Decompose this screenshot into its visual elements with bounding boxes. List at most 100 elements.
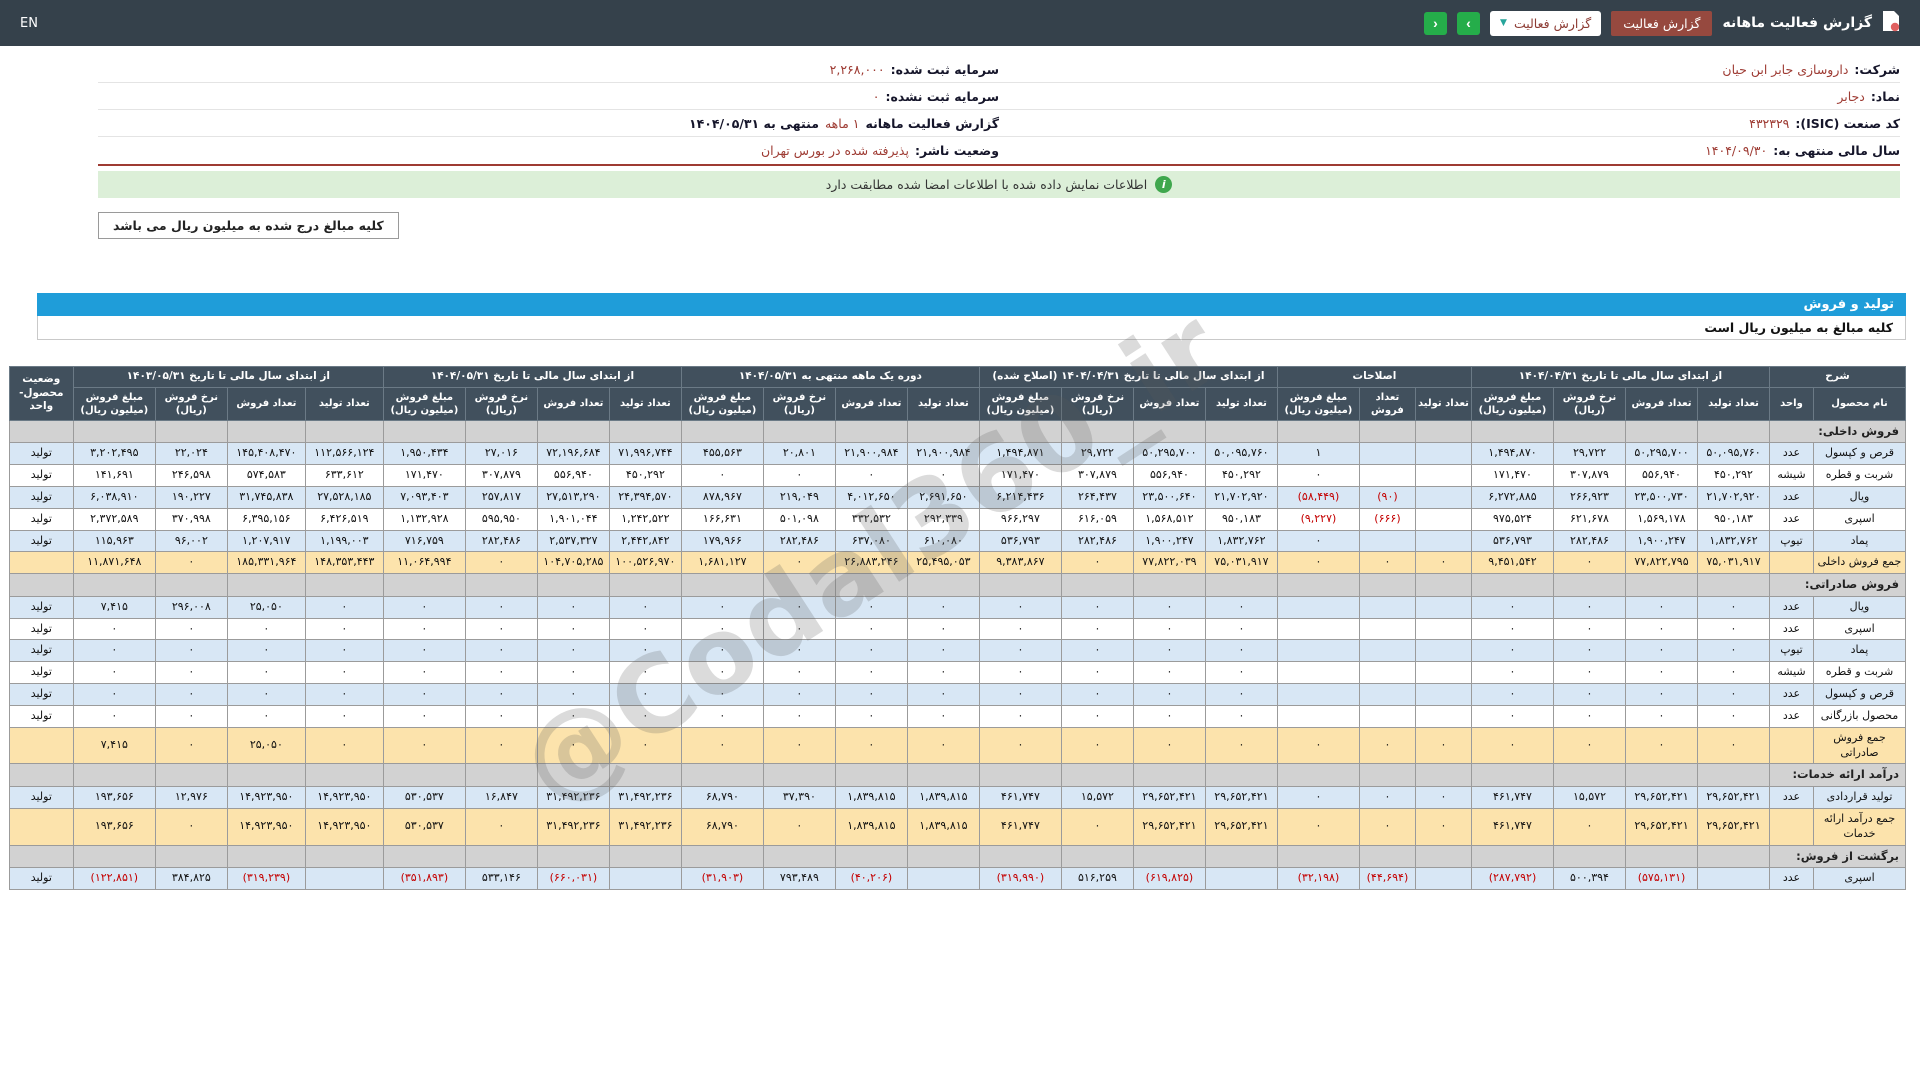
value-cell: ۰ xyxy=(681,618,763,640)
language-toggle[interactable]: EN xyxy=(20,16,38,31)
value-cell: ۰ xyxy=(537,596,609,618)
value-cell: (۳۱۹,۲۳۹) xyxy=(227,868,305,890)
production-sales-table: شرحاز ابتدای سال مالی تا تاریخ ۱۴۰۴/۰۴/۳… xyxy=(9,366,1906,890)
value-cell: ۰ xyxy=(681,640,763,662)
section-label: درآمد ارائه خدمات: xyxy=(1770,764,1906,787)
value-cell: ۰ xyxy=(907,727,979,764)
value-cell: ۶۸,۷۹۰ xyxy=(681,808,763,845)
value-cell: ۶۳۳,۶۱۲ xyxy=(305,465,383,487)
value-cell: ۰ xyxy=(1626,727,1698,764)
value-cell: ۰ xyxy=(73,684,155,706)
column-header: نرخ فروش (ریال) xyxy=(1554,387,1626,420)
empty-cell xyxy=(1471,764,1553,787)
unit-cell: عدد xyxy=(1770,787,1814,809)
empty-cell xyxy=(763,764,835,787)
value-cell: ۰ xyxy=(763,662,835,684)
value-cell: ۰ xyxy=(609,640,681,662)
value-cell: ۰ xyxy=(1554,808,1626,845)
next-report-button[interactable]: ‹ xyxy=(1457,12,1480,35)
empty-cell xyxy=(1277,420,1359,443)
value-cell: ۰ xyxy=(681,596,763,618)
value-cell: ۰ xyxy=(979,662,1061,684)
empty-cell xyxy=(9,420,73,443)
empty-cell xyxy=(1471,420,1553,443)
value-cell: ۰ xyxy=(1554,705,1626,727)
empty-cell xyxy=(155,574,227,597)
product-row: قرص و کپسولعدد۵۰,۰۹۵,۷۶۰۵۰,۲۹۵,۷۰۰۲۹,۷۲۲… xyxy=(9,443,1905,465)
value-cell xyxy=(1359,443,1415,465)
value-cell xyxy=(1698,868,1770,890)
product-name-cell: ویال xyxy=(1814,486,1906,508)
product-row: تولید قراردادیعدد۲۹,۶۵۲,۴۲۱۲۹,۶۵۲,۴۲۱۱۵,… xyxy=(9,787,1905,809)
value-cell: ۷۵,۰۳۱,۹۱۷ xyxy=(1205,552,1277,574)
value-cell: ۶۸,۷۹۰ xyxy=(681,787,763,809)
value-cell: ۲۹۲,۳۳۹ xyxy=(907,508,979,530)
column-header: تعداد فروش xyxy=(227,387,305,420)
status-cell: تولید xyxy=(9,787,73,809)
value-cell: ۵۳۰,۵۳۷ xyxy=(383,808,465,845)
value-cell: ۲۸۲,۴۸۶ xyxy=(1061,530,1133,552)
value-cell: ۱,۲۴۲,۵۲۲ xyxy=(609,508,681,530)
value-cell: ۲۳,۵۰۰,۷۳۰ xyxy=(1626,486,1698,508)
value-cell: ۱,۵۶۹,۱۷۸ xyxy=(1626,508,1698,530)
report-type-dropdown[interactable]: گزارش فعالیت ▼ xyxy=(1490,11,1601,36)
value-cell: ۰ xyxy=(763,705,835,727)
info-value: ۱۴۰۴/۰۹/۳۰ xyxy=(1705,143,1767,158)
value-cell: ۰ xyxy=(155,705,227,727)
value-cell: ۹۷۵,۵۲۴ xyxy=(1471,508,1553,530)
value-cell: ۳۸۴,۸۲۵ xyxy=(155,868,227,890)
value-cell: ۰ xyxy=(907,465,979,487)
value-cell: ۰ xyxy=(763,808,835,845)
unit-cell: تیوپ xyxy=(1770,640,1814,662)
value-cell: ۲,۳۷۲,۵۸۹ xyxy=(73,508,155,530)
value-cell: ۷,۰۹۳,۴۰۳ xyxy=(383,486,465,508)
negative-value: (۳۲,۱۹۸) xyxy=(1298,871,1340,884)
value-cell xyxy=(1277,640,1359,662)
value-cell: ۳۱,۴۹۲,۲۳۶ xyxy=(537,787,609,809)
value-cell: ۱,۱۹۹,۰۰۳ xyxy=(305,530,383,552)
company-info-right: شرکت:داروسازی جابر ابن حیاننماد:دجابرکد … xyxy=(999,56,1900,164)
value-cell: ۰ xyxy=(1061,727,1133,764)
chevron-right-icon: › xyxy=(1433,15,1438,31)
value-cell: ۰ xyxy=(1061,808,1133,845)
value-cell: ۰ xyxy=(763,727,835,764)
empty-cell xyxy=(465,764,537,787)
empty-cell xyxy=(305,845,383,868)
section-label: برگشت از فروش: xyxy=(1770,845,1906,868)
value-cell: ۱,۹۵۰,۴۳۴ xyxy=(383,443,465,465)
value-cell: ۵۰,۰۹۵,۷۶۰ xyxy=(1205,443,1277,465)
column-group-header: از ابتدای سال مالی تا تاریخ ۱۴۰۳/۰۵/۳۱ xyxy=(73,367,383,388)
info-value: ۲,۲۶۸,۰۰۰ xyxy=(830,62,885,77)
report-document-icon xyxy=(1882,10,1900,36)
value-cell: (۵۷۵,۱۳۱) xyxy=(1626,868,1698,890)
value-cell: ۷۹۳,۴۸۹ xyxy=(763,868,835,890)
previous-report-button[interactable]: › xyxy=(1424,12,1447,35)
value-cell: ۰ xyxy=(305,705,383,727)
column-header: تعداد تولید xyxy=(1415,387,1471,420)
value-cell: (۳۱۹,۹۹۰) xyxy=(979,868,1061,890)
value-cell: ۱۷۱,۴۷۰ xyxy=(979,465,1061,487)
value-cell: ۱,۸۳۹,۸۱۵ xyxy=(835,808,907,845)
value-cell: ۴۵۵,۵۶۳ xyxy=(681,443,763,465)
empty-cell xyxy=(1415,764,1471,787)
value-cell: ۰ xyxy=(907,618,979,640)
section-row: فروش صادراتی: xyxy=(9,574,1905,597)
value-cell: (۱۲۲,۸۵۱) xyxy=(73,868,155,890)
value-cell: ۶,۲۱۴,۴۳۶ xyxy=(979,486,1061,508)
negative-value: (۵۸,۴۴۹) xyxy=(1298,490,1340,503)
value-cell: ۰ xyxy=(537,662,609,684)
empty-cell xyxy=(979,420,1061,443)
column-header: تعداد تولید xyxy=(1698,387,1770,420)
value-cell: ۰ xyxy=(1698,596,1770,618)
value-cell: ۰ xyxy=(465,618,537,640)
empty-cell xyxy=(907,574,979,597)
value-cell: ۰ xyxy=(907,662,979,684)
value-cell: ۰ xyxy=(1205,596,1277,618)
empty-cell xyxy=(681,764,763,787)
value-cell: ۰ xyxy=(1061,618,1133,640)
empty-cell xyxy=(227,845,305,868)
empty-cell xyxy=(1415,574,1471,597)
value-cell: ۰ xyxy=(835,465,907,487)
empty-cell xyxy=(465,845,537,868)
unit-cell: عدد xyxy=(1770,486,1814,508)
